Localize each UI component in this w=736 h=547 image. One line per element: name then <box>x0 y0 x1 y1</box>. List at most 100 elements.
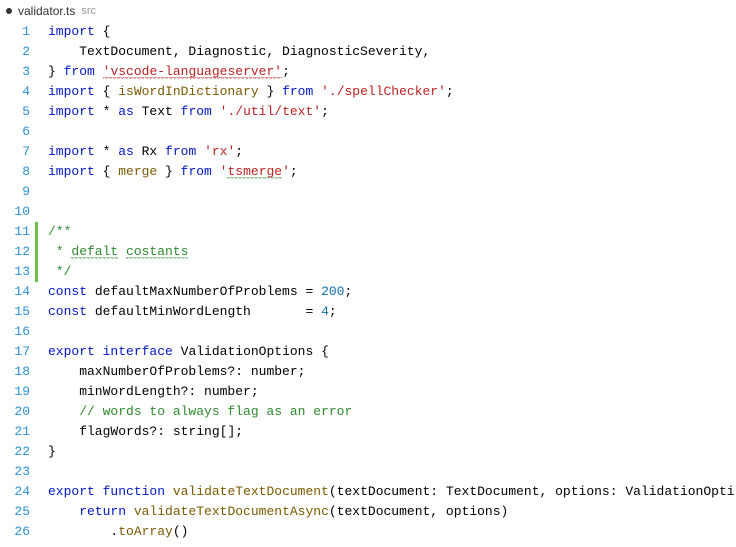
code-area[interactable]: import { TextDocument, Diagnostic, Diagn… <box>38 22 736 547</box>
token: (textDocument, options) <box>329 504 508 519</box>
token: flagWords?: <box>48 424 173 439</box>
token: ; <box>282 64 290 79</box>
token: interface <box>103 344 173 359</box>
code-line[interactable] <box>38 322 736 342</box>
token <box>48 504 79 519</box>
code-line[interactable]: flagWords?: string[]; <box>38 422 736 442</box>
token <box>95 64 103 79</box>
line-number: 2 <box>0 42 30 62</box>
line-number-gutter: 1234567891011121314151617181920212223242… <box>0 22 38 547</box>
token: } <box>48 444 56 459</box>
code-line[interactable]: import { merge } from 'tsmerge'; <box>38 162 736 182</box>
token: './spellChecker' <box>321 84 446 99</box>
code-line[interactable]: import * as Text from './util/text'; <box>38 102 736 122</box>
token <box>313 84 321 99</box>
token: toArray <box>118 524 173 539</box>
token: 'rx' <box>204 144 235 159</box>
code-line[interactable]: // words to always flag as an error <box>38 402 736 422</box>
editor-tab[interactable]: validator.ts src <box>0 0 736 22</box>
code-line[interactable] <box>38 122 736 142</box>
token <box>165 484 173 499</box>
line-number: 14 <box>0 282 30 302</box>
token: validateTextDocument <box>173 484 329 499</box>
code-line[interactable] <box>38 462 736 482</box>
line-number: 20 <box>0 402 30 422</box>
token: ; <box>329 304 337 319</box>
line-number: 26 <box>0 522 30 542</box>
token: import <box>48 164 95 179</box>
token: (textDocument: TextDocument, options: Va… <box>329 484 735 499</box>
token <box>126 504 134 519</box>
token <box>95 484 103 499</box>
token: */ <box>48 264 71 279</box>
token: from <box>64 64 95 79</box>
token: import <box>48 24 95 39</box>
token: minWordLength?: <box>48 384 204 399</box>
code-line[interactable]: */ <box>38 262 736 282</box>
token: defalt <box>71 244 118 260</box>
dirty-indicator-icon <box>6 8 12 14</box>
token: costants <box>126 244 188 260</box>
code-line[interactable]: minWordLength?: number; <box>38 382 736 402</box>
code-editor[interactable]: 1234567891011121314151617181920212223242… <box>0 22 736 547</box>
token: []; <box>220 424 243 439</box>
token: ; <box>321 104 329 119</box>
token: from <box>181 164 212 179</box>
line-number: 21 <box>0 422 30 442</box>
code-line[interactable] <box>38 202 736 222</box>
token: maxNumberOfProblems?: <box>48 364 251 379</box>
token: isWordInDictionary <box>118 84 258 99</box>
code-line[interactable]: export interface ValidationOptions { <box>38 342 736 362</box>
token: from <box>165 144 196 159</box>
code-line[interactable]: const defaultMinWordLength = 4; <box>38 302 736 322</box>
token: import <box>48 104 95 119</box>
line-number: 22 <box>0 442 30 462</box>
code-line[interactable] <box>38 182 736 202</box>
code-line[interactable]: maxNumberOfProblems?: number; <box>38 362 736 382</box>
code-line[interactable]: .toArray() <box>38 522 736 542</box>
token: export <box>48 484 95 499</box>
line-number: 13 <box>0 262 30 282</box>
token: import <box>48 144 95 159</box>
token: merge <box>118 164 157 179</box>
line-number: 11 <box>0 222 30 242</box>
code-line[interactable]: export function validateTextDocument(tex… <box>38 482 736 502</box>
line-number: 3 <box>0 62 30 82</box>
tab-filename: validator.ts <box>18 4 75 18</box>
code-line[interactable]: } <box>38 442 736 462</box>
token: ; <box>344 284 352 299</box>
line-number: 8 <box>0 162 30 182</box>
token: ; <box>251 384 259 399</box>
code-line[interactable]: import * as Rx from 'rx'; <box>38 142 736 162</box>
token: /** <box>48 224 71 239</box>
token: ; <box>446 84 454 99</box>
code-line[interactable]: TextDocument, Diagnostic, DiagnosticSeve… <box>38 42 736 62</box>
token: * <box>95 104 118 119</box>
line-number: 6 <box>0 122 30 142</box>
code-line[interactable]: const defaultMaxNumberOfProblems = 200; <box>38 282 736 302</box>
line-number: 5 <box>0 102 30 122</box>
token: 'vscode-languageserver' <box>103 64 282 80</box>
line-number: 10 <box>0 202 30 222</box>
code-line[interactable]: } from 'vscode-languageserver'; <box>38 62 736 82</box>
token: as <box>118 104 134 119</box>
token: } <box>157 164 180 179</box>
code-line[interactable]: import { isWordInDictionary } from './sp… <box>38 82 736 102</box>
token: from <box>181 104 212 119</box>
token <box>173 344 181 359</box>
tab-path: src <box>81 5 96 17</box>
token: ; <box>235 144 243 159</box>
token: * <box>95 144 118 159</box>
token: { <box>95 164 118 179</box>
token: defaultMaxNumberOfProblems = <box>87 284 321 299</box>
code-line[interactable]: import { <box>38 22 736 42</box>
line-number: 24 <box>0 482 30 502</box>
code-line[interactable]: * defalt costants <box>38 242 736 262</box>
line-number: 19 <box>0 382 30 402</box>
token: import <box>48 84 95 99</box>
token: ; <box>298 364 306 379</box>
line-number: 23 <box>0 462 30 482</box>
code-line[interactable]: /** <box>38 222 736 242</box>
token: } <box>48 64 64 79</box>
code-line[interactable]: return validateTextDocumentAsync(textDoc… <box>38 502 736 522</box>
